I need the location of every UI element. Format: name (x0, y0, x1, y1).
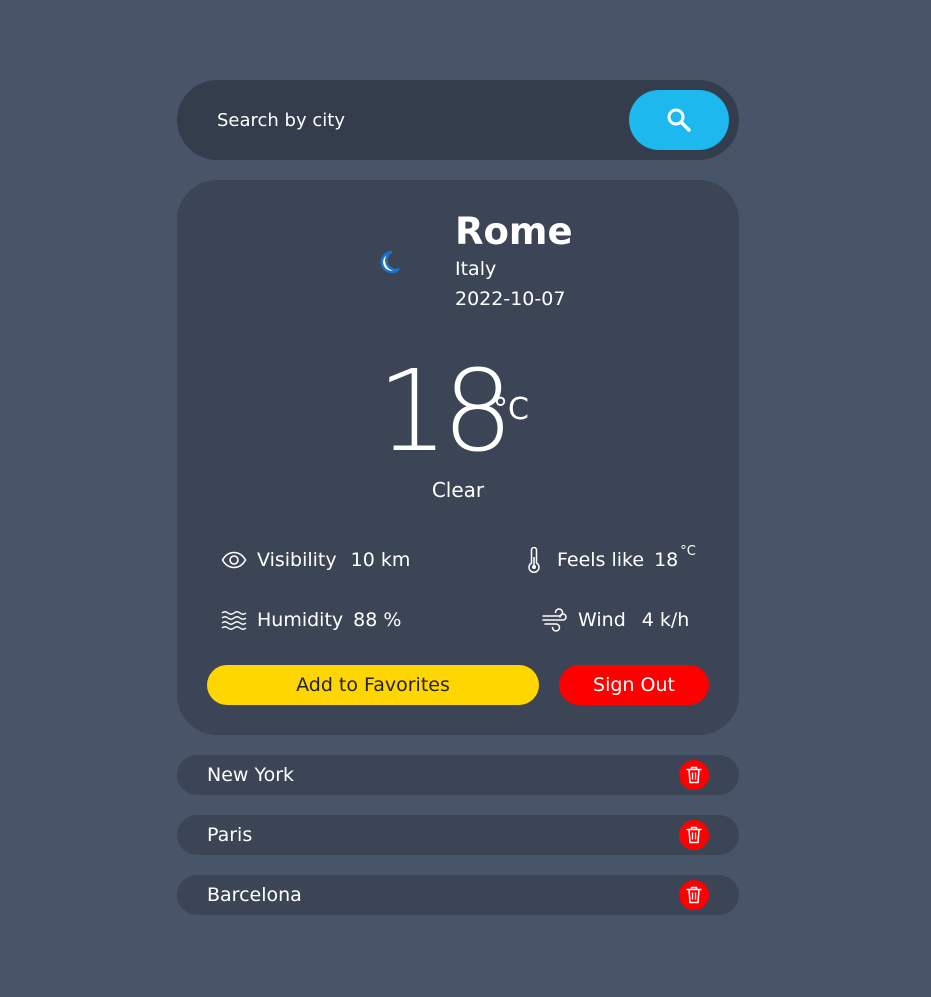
favorite-city-link[interactable]: Paris (207, 822, 252, 848)
temperature-value: 18 (377, 347, 513, 477)
search-icon (667, 108, 691, 132)
visibility-label: Visibility (257, 549, 337, 571)
trash-icon (686, 886, 702, 904)
feels-like-value: 18 (654, 549, 679, 571)
search-input[interactable] (197, 100, 637, 140)
thermometer-icon (528, 547, 540, 573)
search-button[interactable] (629, 90, 729, 150)
trash-icon (686, 766, 702, 784)
favorite-city-link[interactable]: Barcelona (207, 882, 302, 908)
delete-favorite-button[interactable] (679, 880, 709, 910)
wind-stat: Wind 4 k/h (542, 607, 689, 633)
wind-icon (542, 608, 567, 632)
visibility-value: 10 km (350, 549, 411, 571)
favorite-item: Barcelona (177, 875, 739, 915)
delete-favorite-button[interactable] (679, 760, 709, 790)
moon-icon (380, 250, 400, 274)
feels-like-label: Feels like (557, 549, 645, 571)
weather-card: Rome Italy 2022-10-07 18 °C Clear Visibi… (177, 180, 739, 735)
sign-out-button[interactable]: Sign Out (559, 665, 709, 705)
wind-value: 4 k/h (641, 609, 690, 631)
favorite-item: Paris (177, 815, 739, 855)
city-name: Rome (455, 210, 573, 253)
feels-like-stat: Feels like 18 °C (527, 544, 696, 573)
temperature-unit: °C (493, 392, 529, 427)
search-bar (177, 80, 739, 160)
humidity-value: 88 % (353, 609, 402, 631)
weather-date: 2022-10-07 (455, 288, 566, 310)
eye-icon (221, 551, 247, 569)
visibility-stat: Visibility 10 km (221, 547, 410, 573)
humidity-stat: Humidity 88 % (221, 607, 401, 633)
wind-label: Wind (578, 609, 626, 631)
add-to-favorites-button[interactable]: Add to Favorites (207, 665, 539, 705)
delete-favorite-button[interactable] (679, 820, 709, 850)
feels-like-unit: °C (680, 544, 696, 559)
favorite-city-link[interactable]: New York (207, 762, 294, 788)
waves-icon (221, 611, 247, 630)
favorite-item: New York (177, 755, 739, 795)
weather-condition: Clear (431, 478, 485, 502)
country-name: Italy (455, 258, 497, 280)
trash-icon (686, 826, 702, 844)
humidity-label: Humidity (257, 609, 344, 631)
